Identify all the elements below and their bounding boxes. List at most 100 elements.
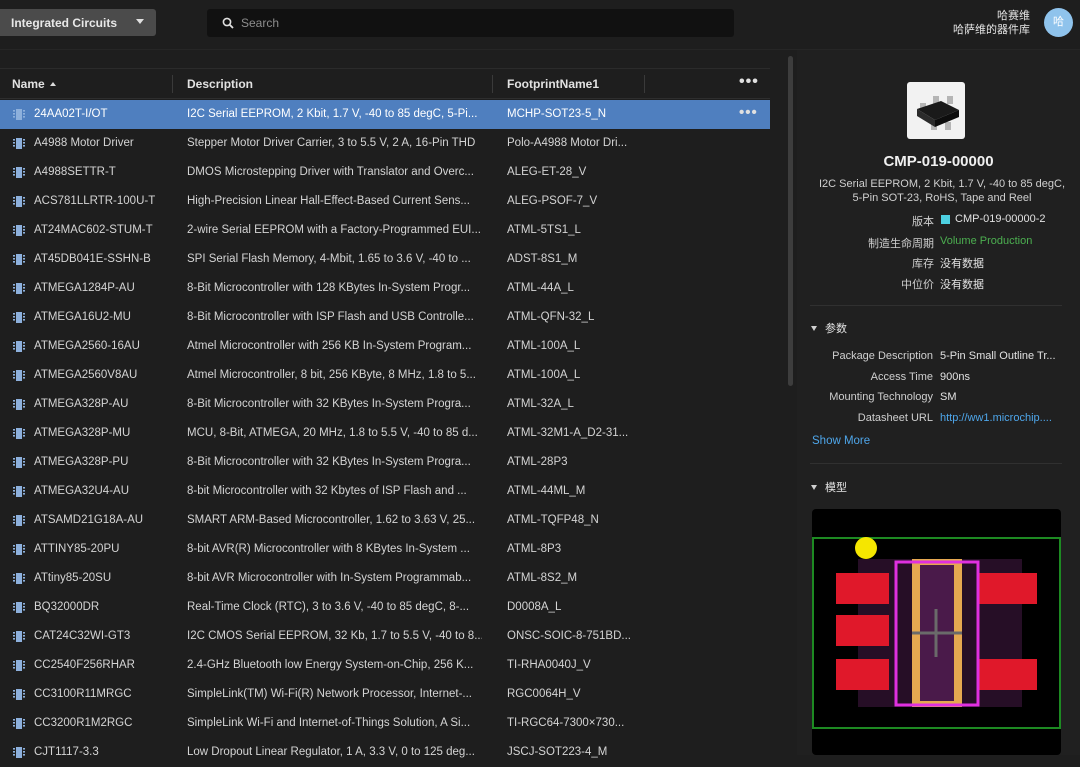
chip-icon [13, 456, 25, 472]
datasheet-link[interactable]: http://ww1.microchip.... [940, 412, 1052, 424]
params-section-toggle[interactable]: 参数 [811, 320, 847, 336]
param-value: 5-Pin Small Outline Tr... [940, 350, 1056, 362]
cell-description: Real-Time Clock (RTC), 3 to 3.6 V, -40 t… [187, 601, 470, 613]
column-header-description[interactable]: Description [187, 69, 253, 99]
table-row[interactable]: CAT24C32WI-GT3 I2C CMOS Serial EEPROM, 32… [0, 622, 770, 651]
detail-panel: CMP-019-00000 I2C Serial EEPROM, 2 Kbit,… [797, 50, 1080, 755]
table-row[interactable]: ATMEGA2560V8AU Atmel Microcontroller, 8 b… [0, 361, 770, 390]
cell-name: ATMEGA328P-MU [34, 427, 131, 439]
cell-name: 24AA02T-I/OT [34, 108, 108, 120]
chevron-down-icon [811, 485, 817, 490]
search-input[interactable] [241, 9, 721, 37]
stock-label: 库存 [912, 258, 934, 270]
table-row[interactable]: ATMEGA328P-AU 8-Bit Microcontroller with … [0, 390, 770, 419]
user-library: 哈萨维的器件库 [953, 24, 1030, 36]
version-row: 版本 CMP-019-00000-2 [797, 213, 1080, 229]
param-row: Datasheet URL http://ww1.microchip.... [797, 412, 1080, 428]
row-options-icon[interactable]: ••• [739, 104, 758, 121]
table-row[interactable]: ATtiny85-20SU 8-bit AVR Microcontroller w… [0, 564, 770, 593]
cell-footprint: ALEG-ET-28_V [507, 166, 587, 178]
table-row[interactable]: CC3100R11MRGC SimpleLink(TM) Wi-Fi(R) Net… [0, 680, 770, 709]
chip-icon [13, 746, 25, 762]
table-row[interactable]: A4988SETTR-T DMOS Microstepping Driver wi… [0, 158, 770, 187]
chip-icon [13, 253, 25, 269]
table-row[interactable]: ATMEGA32U4-AU 8-bit Microcontroller with … [0, 477, 770, 506]
chevron-down-icon [811, 326, 817, 331]
cell-description: DMOS Microstepping Driver with Translato… [187, 166, 474, 178]
cell-footprint: RGC0064H_V [507, 688, 581, 700]
cell-name: ATSAMD21G18A-AU [34, 514, 144, 526]
sot23-package-icon [917, 96, 959, 130]
column-options-icon[interactable]: ••• [739, 73, 759, 91]
show-more-link[interactable]: Show More [812, 435, 870, 447]
cell-footprint: ADST-8S1_M [507, 253, 578, 265]
chip-icon [13, 659, 25, 675]
chip-icon [13, 688, 25, 704]
table-scrollbar[interactable] [788, 56, 793, 386]
cell-footprint: MCHP-SOT23-5_N [507, 108, 607, 120]
cell-name: ATtiny85-20SU [34, 572, 112, 584]
cell-footprint: ATML-QFN-32_L [507, 311, 595, 323]
column-header-footprint[interactable]: FootprintName1 [507, 69, 599, 99]
table-row[interactable]: ATMEGA328P-PU 8-Bit Microcontroller with … [0, 448, 770, 477]
library-selector[interactable]: Integrated Circuits [0, 9, 156, 36]
sort-ascending-icon [49, 82, 56, 86]
table-row[interactable]: CJT1117-3.3 Low Dropout Linear Regulator,… [0, 738, 770, 767]
cell-footprint: ATML-28P3 [507, 456, 568, 468]
search-icon [222, 17, 234, 29]
table-row[interactable]: ATMEGA16U2-MU 8-Bit Microcontroller with … [0, 303, 770, 332]
model-section-title: 模型 [825, 482, 847, 494]
component-table: Name Description FootprintName1 ••• 24AA… [0, 68, 770, 758]
chip-icon [13, 282, 25, 298]
column-divider[interactable] [644, 75, 645, 93]
table-row[interactable]: BQ32000DR Real-Time Clock (RTC), 3 to 3.6… [0, 593, 770, 622]
table-row[interactable]: ATTINY85-20PU 8-bit AVR(R) Microcontrolle… [0, 535, 770, 564]
cell-footprint: ATML-100A_L [507, 340, 581, 352]
divider [810, 305, 1062, 306]
user-info[interactable]: 哈赛维 哈萨维的器件库 [953, 9, 1030, 37]
table-row[interactable]: ATMEGA1284P-AU 8-Bit Microcontroller with… [0, 274, 770, 303]
cell-description: High-Precision Linear Hall-Effect-Based … [187, 195, 470, 207]
table-row[interactable]: ATMEGA2560-16AU Atmel Microcontroller wit… [0, 332, 770, 361]
stock-value: 没有数据 [940, 258, 984, 270]
cell-footprint: ATML-8P3 [507, 543, 562, 555]
version-value[interactable]: CMP-019-00000-2 [955, 213, 1046, 225]
lifecycle-row: 制造生命周期 Volume Production [797, 235, 1080, 251]
table-row[interactable]: 24AA02T-I/OT I2C Serial EEPROM, 2 Kbit, 1… [0, 100, 770, 129]
table-row[interactable]: AT45DB041E-SSHN-B SPI Serial Flash Memory… [0, 245, 770, 274]
cell-footprint: ATML-TQFP48_N [507, 514, 599, 526]
param-row: Package Description 5-Pin Small Outline … [797, 350, 1080, 366]
chip-icon [13, 717, 25, 733]
cell-name: AT45DB041E-SSHN-B [34, 253, 151, 265]
chip-icon [13, 630, 25, 646]
table-row[interactable]: CC2540F256RHAR 2.4-GHz Bluetooth low Ener… [0, 651, 770, 680]
chip-icon [13, 137, 25, 153]
cell-name: ATMEGA2560-16AU [34, 340, 140, 352]
table-row[interactable]: CC3200R1M2RGC SimpleLink Wi-Fi and Intern… [0, 709, 770, 738]
chip-icon [13, 224, 25, 240]
column-divider[interactable] [172, 75, 173, 93]
chip-icon [13, 514, 25, 530]
cell-description: I2C Serial EEPROM, 2 Kbit, 1.7 V, -40 to… [187, 108, 478, 120]
cell-name: ATMEGA32U4-AU [34, 485, 130, 497]
cell-description: 8-Bit Microcontroller with 32 KBytes In-… [187, 456, 471, 468]
model-section-toggle[interactable]: 模型 [811, 479, 847, 495]
chevron-down-icon [136, 19, 144, 24]
table-row[interactable]: A4988 Motor Driver Stepper Motor Driver C… [0, 129, 770, 158]
cell-description: I2C CMOS Serial EEPROM, 32 Kb, 1.7 to 5.… [187, 630, 482, 642]
footprint-preview[interactable] [812, 509, 1061, 755]
search-bar[interactable] [207, 9, 734, 37]
table-row[interactable]: AT24MAC602-STUM-T 2-wire Serial EEPROM wi… [0, 216, 770, 245]
cell-name: ACS781LLRTR-100U-T [34, 195, 156, 207]
cell-description: Low Dropout Linear Regulator, 1 A, 3.3 V… [187, 746, 475, 758]
column-header-name[interactable]: Name [12, 69, 56, 99]
cell-name: ATMEGA2560V8AU [34, 369, 138, 381]
table-row[interactable]: ATSAMD21G18A-AU SMART ARM-Based Microcont… [0, 506, 770, 535]
cell-description: SimpleLink(TM) Wi-Fi(R) Network Processo… [187, 688, 472, 700]
avatar[interactable]: 哈 [1044, 8, 1073, 37]
column-divider[interactable] [492, 75, 493, 93]
param-label: Package Description [832, 350, 933, 362]
table-row[interactable]: ATMEGA328P-MU MCU, 8-Bit, ATMEGA, 20 MHz,… [0, 419, 770, 448]
table-row[interactable]: ACS781LLRTR-100U-T High-Precision Linear … [0, 187, 770, 216]
cell-footprint: TI-RGC64-7300×730... [507, 717, 625, 729]
